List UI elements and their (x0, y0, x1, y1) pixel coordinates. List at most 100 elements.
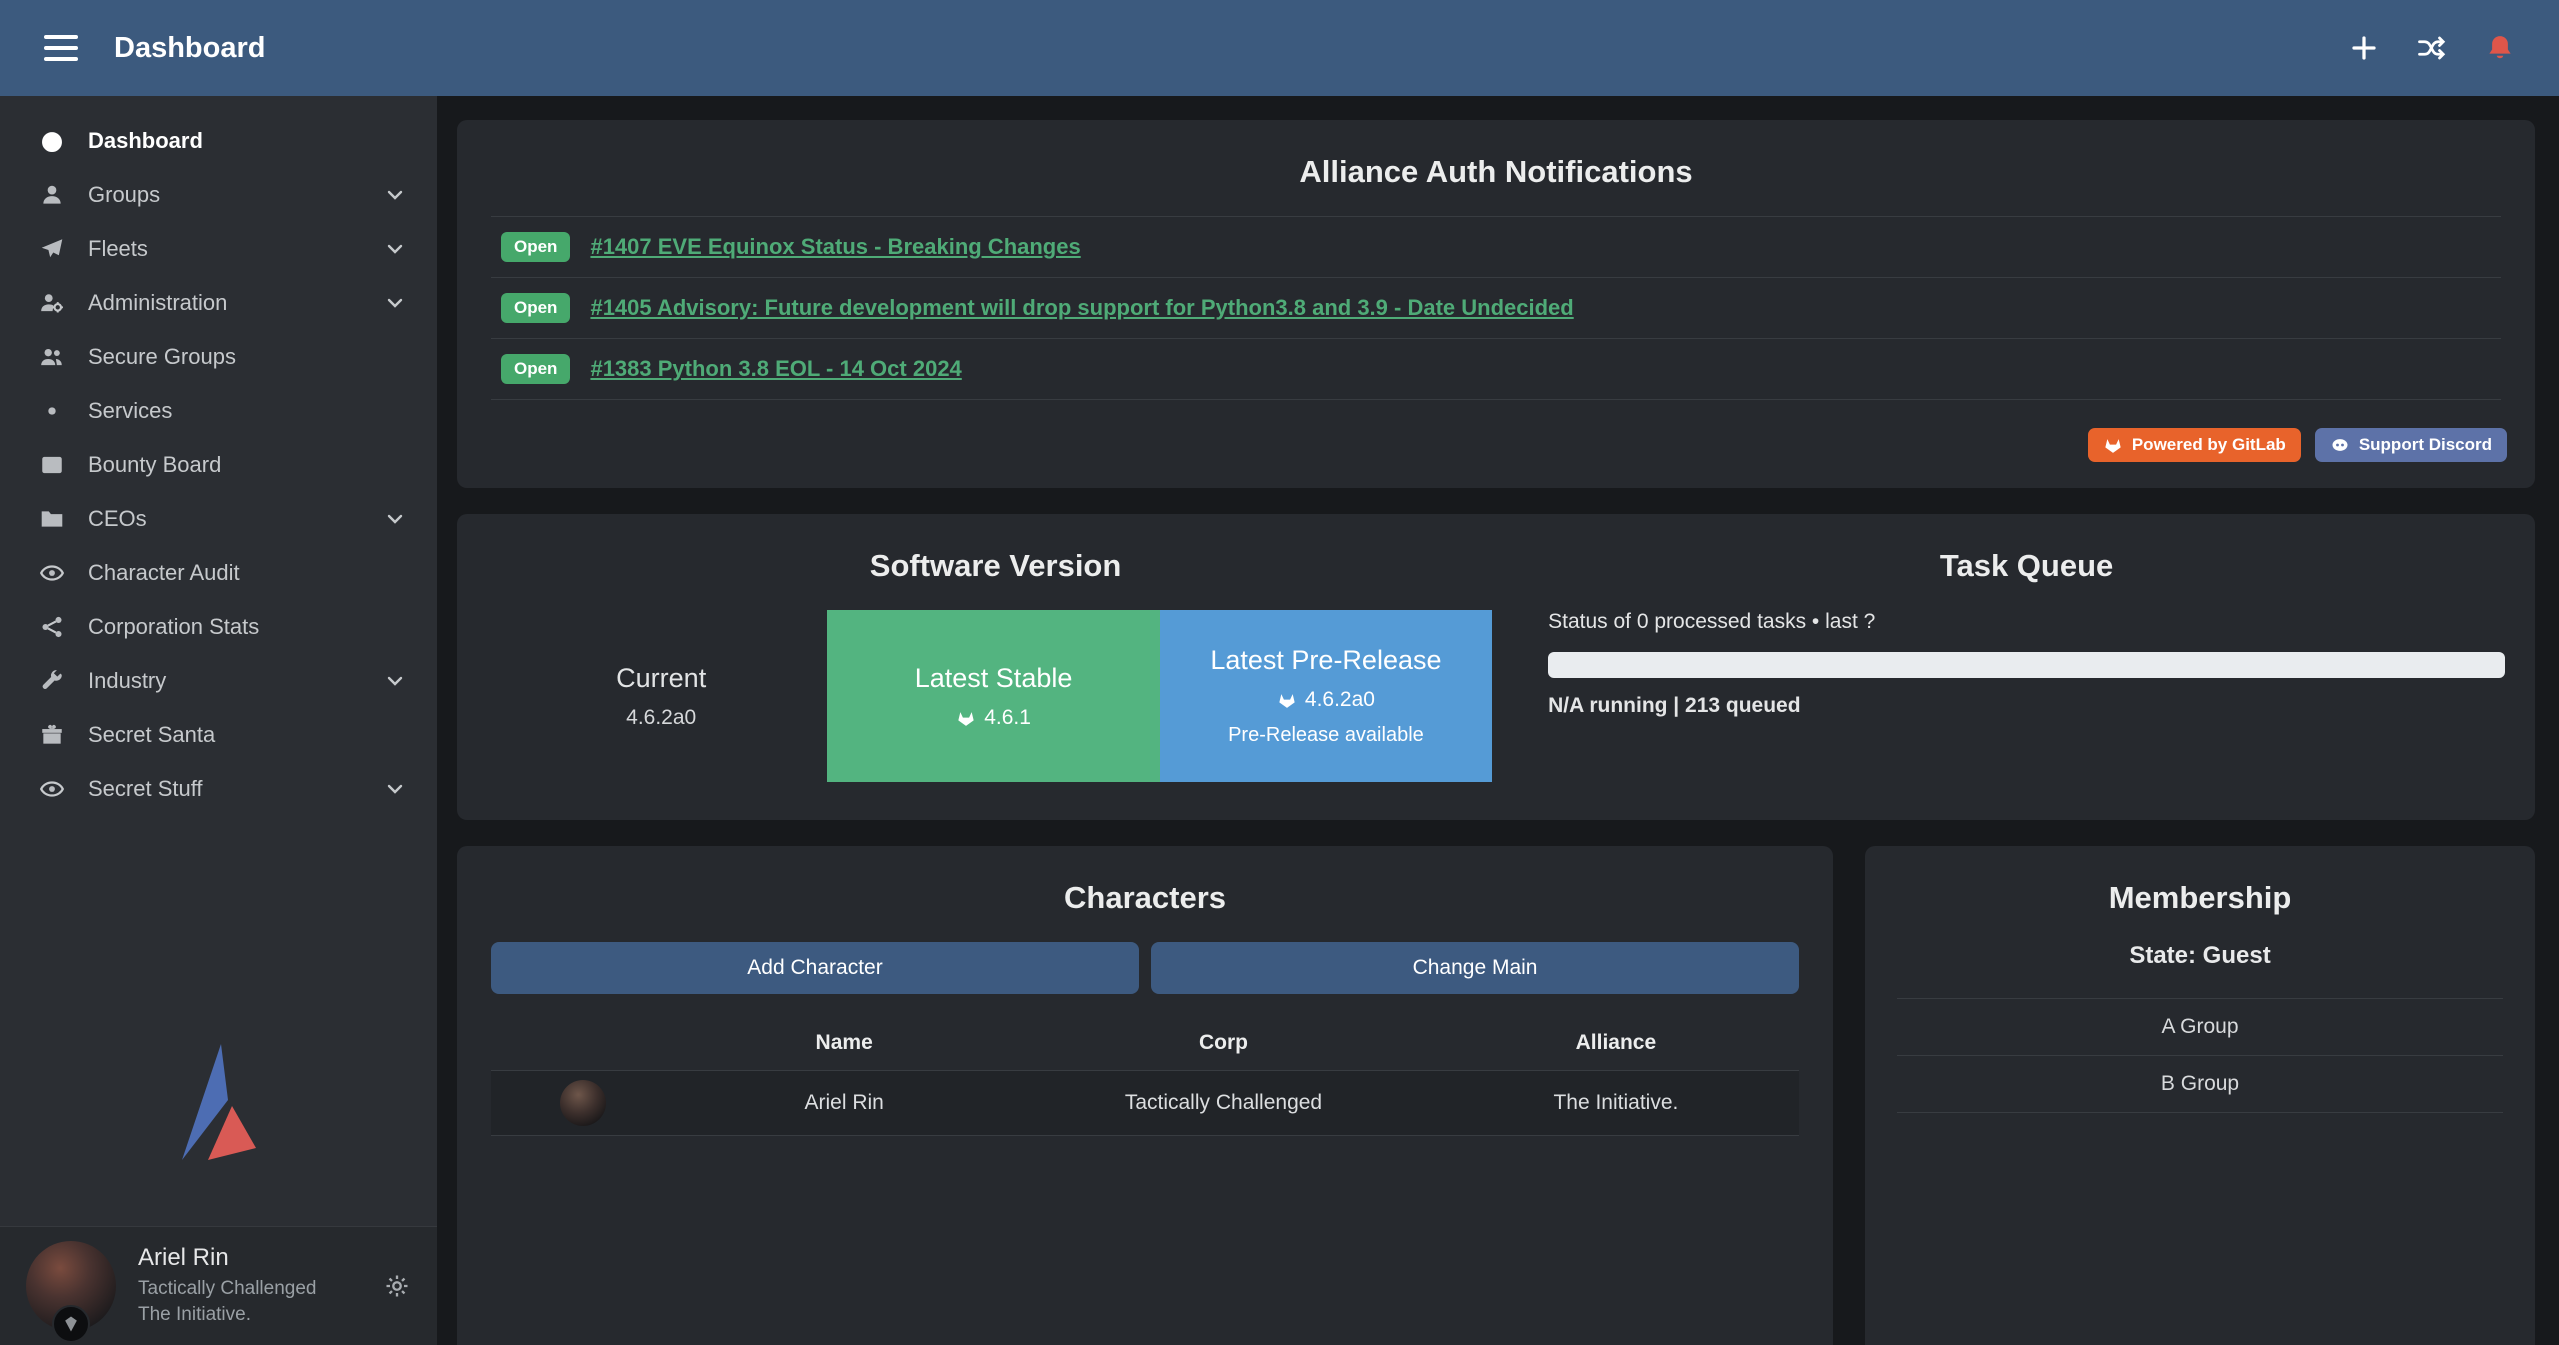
shuffle-icon[interactable] (2417, 33, 2447, 63)
table-header-name: Name (674, 1016, 1014, 1071)
group-list-item: B Group (1897, 1055, 2503, 1113)
corp-logo-badge (52, 1305, 90, 1343)
software-version-title: Software Version (485, 548, 1506, 584)
gitlab-tanuki-icon (956, 708, 976, 728)
sidebar-item-label: Industry (88, 668, 166, 694)
sidebar-item-label: Fleets (88, 236, 148, 262)
membership-title: Membership (1893, 880, 2507, 916)
sidebar-item-label: Secure Groups (88, 344, 236, 370)
menu-toggle-button[interactable] (44, 35, 78, 61)
discord-icon (2330, 435, 2350, 455)
chevron-down-icon (383, 237, 407, 261)
notification-row: Open #1407 EVE Equinox Status - Breaking… (491, 216, 2501, 278)
version-cell-label: Latest Pre-Release (1210, 645, 1441, 676)
user-name: Ariel Rin (138, 1244, 317, 1272)
table-header-avatar (491, 1016, 674, 1071)
sidebar-item-secret-santa[interactable]: Secret Santa (0, 708, 437, 762)
sidebar-item-label: Administration (88, 290, 227, 316)
chevron-down-icon (383, 183, 407, 207)
table-header-corp: Corp (1014, 1016, 1433, 1071)
sidebar-item-administration[interactable]: Administration (0, 276, 437, 330)
status-badge: Open (501, 354, 570, 384)
bell-icon[interactable] (2485, 33, 2515, 63)
sidebar-item-label: Groups (88, 182, 160, 208)
main-content: Alliance Auth Notifications Open #1407 E… (437, 96, 2559, 1345)
gitlab-tanuki-icon (2103, 435, 2123, 455)
status-badge: Open (501, 232, 570, 262)
add-character-button[interactable]: Add Character (491, 942, 1139, 994)
character-alliance: The Initiative. (1433, 1071, 1799, 1136)
notification-link[interactable]: #1383 Python 3.8 EOL - 14 Oct 2024 (590, 356, 961, 382)
chevron-down-icon (383, 777, 407, 801)
characters-table: Name Corp Alliance Ariel Rin Tactically … (491, 1016, 1799, 1136)
membership-panel: Membership State: Guest A Group B Group (1865, 846, 2535, 1345)
sidebar-item-character-audit[interactable]: Character Audit (0, 546, 437, 600)
sidebar-item-ceos[interactable]: CEOs (0, 492, 437, 546)
sidebar-item-fleets[interactable]: Fleets (0, 222, 437, 276)
board-icon (36, 452, 68, 478)
character-name: Ariel Rin (674, 1071, 1014, 1136)
users-gear-icon (36, 290, 68, 316)
sidebar-item-secret-stuff[interactable]: Secret Stuff (0, 762, 437, 816)
characters-panel: Characters Add Character Change Main Nam… (457, 846, 1833, 1345)
table-header-alliance: Alliance (1433, 1016, 1799, 1071)
gitlab-tanuki-icon (1277, 690, 1297, 710)
user-alliance: The Initiative. (138, 1302, 317, 1328)
sidebar-item-label: Dashboard (88, 128, 203, 154)
version-cell-label: Current (616, 663, 706, 694)
page-title: Dashboard (114, 32, 265, 65)
characters-title: Characters (485, 880, 1805, 916)
sidebar-item-label: Secret Stuff (88, 776, 203, 802)
share-nodes-icon (36, 614, 68, 640)
paper-plane-icon (36, 236, 68, 262)
notification-link[interactable]: #1405 Advisory: Future development will … (590, 295, 1573, 321)
character-row: Ariel Rin Tactically Challenged The Init… (491, 1071, 1799, 1136)
top-navbar: Dashboard (0, 0, 2559, 96)
task-progress-bar (1548, 652, 2505, 678)
version-prerelease-cell: Latest Pre-Release 4.6.2a0 Pre-Release a… (1160, 610, 1492, 782)
version-cell-value: 4.6.2a0 (1305, 688, 1375, 712)
gears-icon (36, 398, 68, 424)
sidebar-item-label: CEOs (88, 506, 147, 532)
user-avatar (26, 1241, 116, 1331)
notification-row: Open #1383 Python 3.8 EOL - 14 Oct 2024 (491, 339, 2501, 400)
notification-link[interactable]: #1407 EVE Equinox Status - Breaking Chan… (590, 234, 1080, 260)
status-badge: Open (501, 293, 570, 323)
software-taskqueue-panel: Software Version Current 4.6.2a0 Latest … (457, 514, 2535, 820)
user-icon (36, 182, 68, 208)
version-current-cell: Current 4.6.2a0 (495, 610, 827, 782)
gear-icon[interactable] (383, 1272, 411, 1300)
sidebar-item-services[interactable]: Services (0, 384, 437, 438)
software-version-section: Software Version Current 4.6.2a0 Latest … (485, 540, 1506, 782)
group-list-item: A Group (1897, 998, 2503, 1055)
version-cell-value: 4.6.2a0 (626, 706, 696, 730)
chevron-down-icon (383, 291, 407, 315)
prerelease-note: Pre-Release available (1228, 724, 1424, 747)
task-queue-title: Task Queue (1546, 548, 2507, 584)
alliance-logo (0, 1042, 437, 1226)
sidebar-item-label: Secret Santa (88, 722, 215, 748)
sidebar-item-label: Corporation Stats (88, 614, 259, 640)
membership-state: State: Guest (1893, 942, 2507, 970)
notifications-title: Alliance Auth Notifications (485, 154, 2507, 190)
sidebar-item-industry[interactable]: Industry (0, 654, 437, 708)
discord-badge[interactable]: Support Discord (2315, 428, 2507, 462)
plus-icon[interactable] (2349, 33, 2379, 63)
gitlab-badge[interactable]: Powered by GitLab (2088, 428, 2301, 462)
sidebar-item-groups[interactable]: Groups (0, 168, 437, 222)
sidebar-item-dashboard[interactable]: Dashboard (0, 114, 437, 168)
sidebar-item-label: Services (88, 398, 172, 424)
user-corp: Tactically Challenged (138, 1276, 317, 1302)
chevron-down-icon (383, 507, 407, 531)
version-cell-value: 4.6.1 (984, 706, 1031, 730)
sidebar-item-label: Character Audit (88, 560, 240, 586)
eye-icon (36, 560, 68, 586)
sidebar-item-secure-groups[interactable]: Secure Groups (0, 330, 437, 384)
notifications-panel: Alliance Auth Notifications Open #1407 E… (457, 120, 2535, 488)
sidebar-item-corporation-stats[interactable]: Corporation Stats (0, 600, 437, 654)
change-main-button[interactable]: Change Main (1151, 942, 1799, 994)
discord-badge-label: Support Discord (2359, 435, 2492, 455)
sidebar-item-bounty-board[interactable]: Bounty Board (0, 438, 437, 492)
wrench-icon (36, 668, 68, 694)
users-icon (36, 344, 68, 370)
